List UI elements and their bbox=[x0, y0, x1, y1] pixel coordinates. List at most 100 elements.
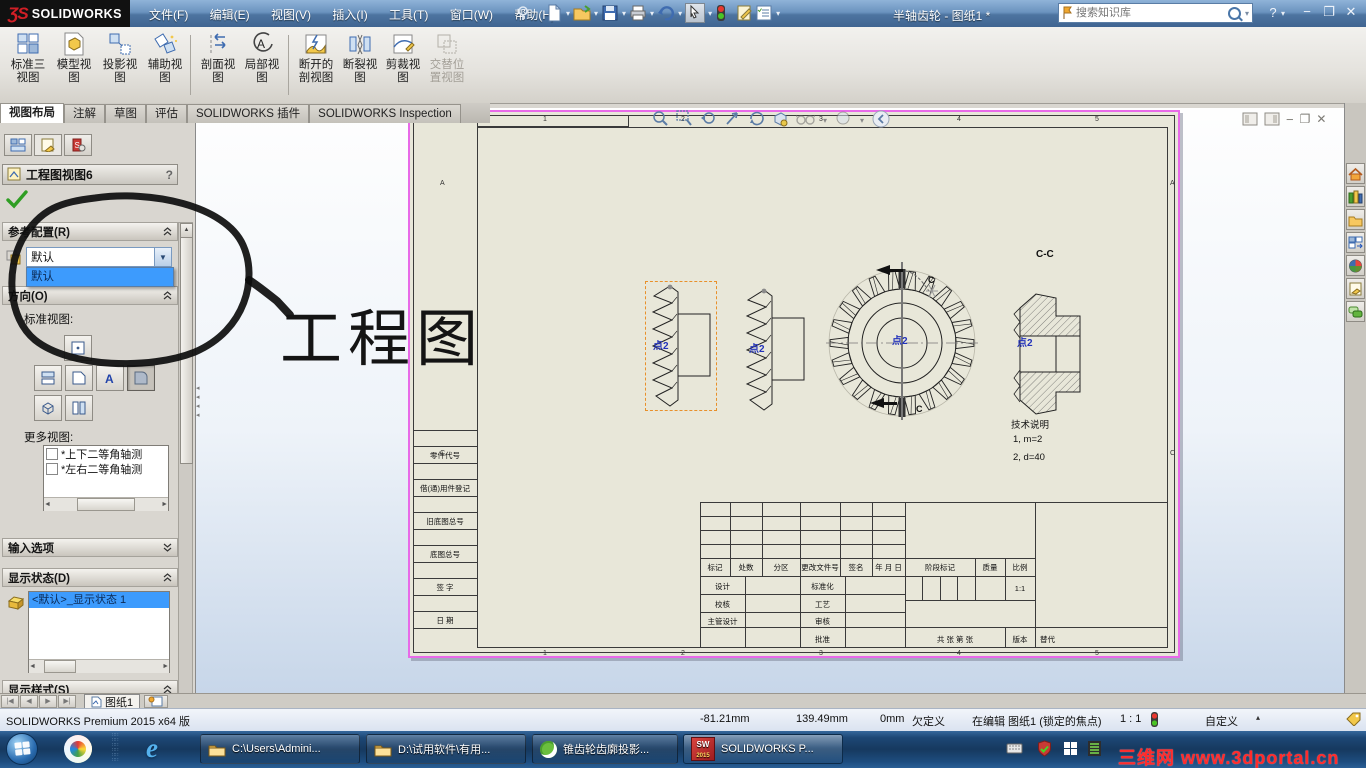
gear-section-view[interactable] bbox=[1010, 292, 1090, 416]
add-sheet-button[interactable] bbox=[144, 695, 169, 708]
section-import-options[interactable]: 输入选项 bbox=[2, 538, 178, 557]
properties-icon[interactable] bbox=[735, 4, 753, 22]
view-front-button[interactable] bbox=[64, 335, 92, 361]
h-scrollbar[interactable]: ◄ ► bbox=[44, 497, 168, 511]
search-caret[interactable]: ▾ bbox=[1241, 9, 1249, 18]
feature-manager-tab[interactable] bbox=[4, 134, 32, 156]
rebuild-traffic-light-icon[interactable] bbox=[715, 4, 733, 22]
view-two-view-button[interactable] bbox=[65, 395, 93, 421]
hide-show-items-icon[interactable] bbox=[795, 111, 816, 129]
hud-caret[interactable]: ▾ bbox=[822, 116, 828, 125]
scroll-right-icon[interactable]: ► bbox=[162, 663, 169, 670]
pane-split-left-button[interactable] bbox=[1242, 112, 1258, 129]
scroll-left-icon[interactable]: ◄ bbox=[44, 501, 51, 508]
sheet-tab-1[interactable]: 图纸1 bbox=[84, 694, 141, 709]
scroll-right-icon[interactable]: ► bbox=[161, 501, 168, 508]
standard-3view-button[interactable]: 标准三视图 bbox=[6, 31, 50, 99]
sheet-nav-next-button[interactable]: ▶ bbox=[39, 695, 57, 708]
status-tag-icon[interactable] bbox=[1346, 712, 1362, 729]
open-file-icon[interactable] bbox=[573, 4, 591, 22]
start-button[interactable] bbox=[6, 733, 38, 765]
zoom-area-icon[interactable] bbox=[676, 110, 693, 130]
list-item[interactable]: *上下二等角轴测 bbox=[44, 446, 168, 461]
section-reference-configuration[interactable]: 参考配置(R) bbox=[2, 222, 178, 241]
zoom-fit-icon[interactable] bbox=[652, 110, 669, 130]
undo-caret[interactable]: ▾ bbox=[677, 9, 683, 18]
datum-note[interactable]: 点2 bbox=[653, 337, 669, 352]
panel-scrollbar[interactable]: ▲ ▼ bbox=[178, 222, 193, 768]
view-orientation-icon[interactable] bbox=[748, 110, 765, 130]
combo-dropdown-icon[interactable]: ▼ bbox=[154, 248, 171, 266]
menu-insert[interactable]: 插入(I) bbox=[323, 0, 376, 27]
projected-view-button[interactable]: 投影视图 bbox=[98, 31, 142, 99]
tray-keyboard-icon[interactable] bbox=[1006, 740, 1023, 757]
tech-note-1[interactable]: 1, m=2 bbox=[1013, 434, 1042, 445]
options-list-icon[interactable] bbox=[755, 4, 773, 22]
menu-pin-icon[interactable] bbox=[516, 5, 530, 24]
open-file-caret[interactable]: ▾ bbox=[593, 9, 599, 18]
select-caret[interactable]: ▾ bbox=[707, 9, 713, 18]
view-palette-tab[interactable] bbox=[1346, 232, 1365, 253]
sheet-nav-last-button[interactable]: ▶| bbox=[58, 695, 76, 708]
taskbar-window-solidworks[interactable]: SW 2015 SOLIDWORKS P... bbox=[683, 734, 843, 764]
save-caret[interactable]: ▾ bbox=[621, 9, 627, 18]
hud-caret-2[interactable]: ▾ bbox=[859, 116, 865, 125]
configuration-manager-tab[interactable]: S bbox=[64, 134, 92, 156]
tab-sw-inspection[interactable]: SOLIDWORKS Inspection bbox=[309, 104, 461, 123]
h-scrollbar[interactable]: ◄ ► bbox=[29, 659, 169, 673]
new-file-icon[interactable] bbox=[545, 3, 563, 22]
datum-note[interactable]: 点2 bbox=[1017, 334, 1033, 349]
sheet-nav-prev-button[interactable]: ◀ bbox=[20, 695, 38, 708]
section-orientation[interactable]: 方向(O) bbox=[2, 286, 178, 305]
datum-note[interactable]: 点2 bbox=[749, 340, 765, 355]
forum-tab[interactable] bbox=[1346, 301, 1365, 322]
scroll-left-icon[interactable]: ◄ bbox=[29, 663, 36, 670]
display-style-icon[interactable] bbox=[772, 110, 789, 130]
print-caret[interactable]: ▾ bbox=[649, 9, 655, 18]
section-view-button[interactable]: 剖面视图 bbox=[196, 31, 240, 99]
menu-view[interactable]: 视图(V) bbox=[262, 0, 320, 27]
drawing-sheet[interactable]: A C A C 1 2 3 4 5 1 2 3 4 5 零件代号 借(通)用件登… bbox=[408, 110, 1180, 658]
taskbar-window-folder-d[interactable]: D:\试用软件\有用... bbox=[366, 734, 526, 764]
browser-360-icon[interactable] bbox=[64, 735, 92, 763]
design-library-tab[interactable] bbox=[1346, 186, 1365, 207]
graphics-area[interactable]: A C A C 1 2 3 4 5 1 2 3 4 5 零件代号 借(通)用件登… bbox=[196, 108, 1344, 693]
list-item[interactable]: *左右二等角轴测 bbox=[44, 461, 168, 476]
tray-app-list-icon[interactable] bbox=[1086, 740, 1103, 757]
checkbox[interactable] bbox=[46, 447, 58, 460]
hud-collapse-button[interactable] bbox=[872, 110, 890, 131]
tab-annotation[interactable]: 注解 bbox=[64, 104, 105, 123]
checkbox[interactable] bbox=[46, 462, 58, 475]
auxiliary-view-button[interactable]: 辅助视图 bbox=[143, 31, 187, 99]
custom-properties-tab[interactable] bbox=[1346, 278, 1365, 299]
search-input[interactable] bbox=[1074, 6, 1228, 20]
menu-edit[interactable]: 编辑(E) bbox=[201, 0, 259, 27]
tech-note-title[interactable]: 技术说明 bbox=[1011, 417, 1049, 431]
undo-icon[interactable] bbox=[657, 4, 675, 22]
display-state-item[interactable]: <默认>_显示状态 1 bbox=[29, 592, 169, 608]
tab-sw-addins[interactable]: SOLIDWORKS 插件 bbox=[187, 104, 310, 123]
view-isometric-button[interactable] bbox=[34, 395, 62, 421]
tech-note-2[interactable]: 2, d=40 bbox=[1013, 452, 1045, 463]
crop-view-button[interactable]: 剪裁视图 bbox=[381, 31, 425, 99]
scroll-thumb[interactable] bbox=[77, 498, 135, 511]
appearances-tab[interactable] bbox=[1346, 255, 1365, 276]
search-icon[interactable] bbox=[1227, 6, 1241, 20]
scroll-up-icon[interactable]: ▲ bbox=[180, 223, 193, 238]
tray-antivirus-icon[interactable] bbox=[1036, 740, 1053, 757]
view-current-button[interactable] bbox=[127, 365, 155, 391]
save-icon[interactable] bbox=[601, 4, 619, 22]
section-display-state[interactable]: 显示状态(D) bbox=[2, 568, 178, 587]
configuration-combo[interactable]: 默认 ▼ bbox=[26, 247, 172, 267]
datum-note[interactable]: 点2 bbox=[892, 332, 908, 347]
menu-tools[interactable]: 工具(T) bbox=[380, 0, 437, 27]
scroll-thumb[interactable] bbox=[44, 660, 76, 673]
task-pane-home-tab[interactable] bbox=[1346, 163, 1365, 184]
sheet-nav-first-button[interactable]: |◀ bbox=[1, 695, 19, 708]
configuration-dropdown-list[interactable]: 默认 bbox=[26, 267, 174, 287]
file-explorer-tab[interactable] bbox=[1346, 209, 1365, 230]
status-display-mode[interactable]: 自定义 bbox=[1205, 713, 1238, 729]
section-view-hud-icon[interactable] bbox=[724, 110, 741, 130]
child-minimize-button[interactable]: − bbox=[1286, 112, 1294, 129]
break-view-button[interactable]: 断裂视图 bbox=[338, 31, 382, 99]
